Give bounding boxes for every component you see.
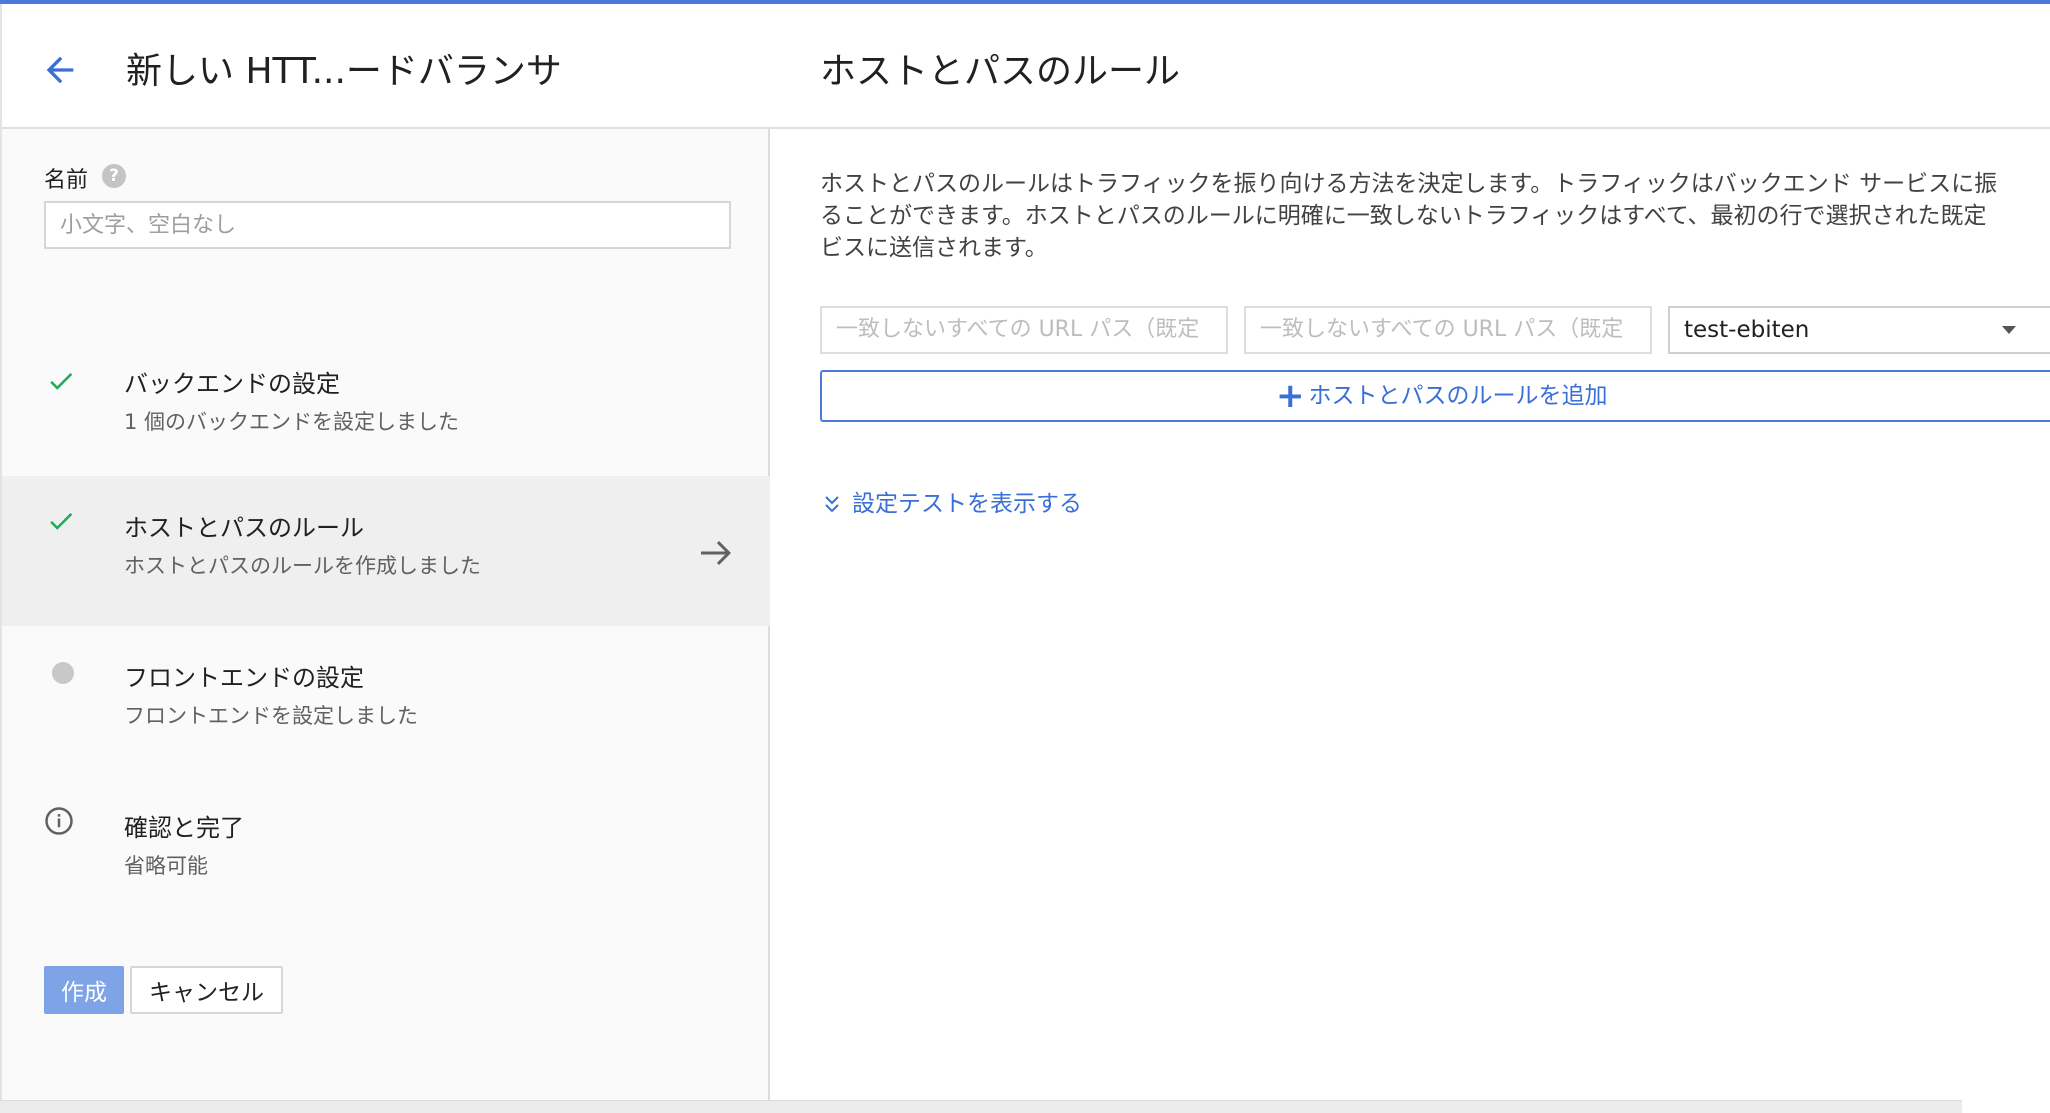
chevron-double-down-icon: [825, 495, 839, 512]
arrow-right-icon: [701, 541, 731, 565]
step-backend[interactable]: バックエンドの設定 1 個のバックエンドを設定しました: [2, 326, 770, 476]
add-rule-label: ホストとパスのルールを追加: [1308, 383, 1608, 409]
step-title: 確認と完了: [124, 814, 244, 842]
page-title: 新しい HTT...ードバランサ: [126, 51, 562, 92]
check-icon: [50, 512, 73, 530]
help-icon[interactable]: ?: [102, 164, 126, 188]
show-config-test-link[interactable]: 設定テストを表示する: [822, 484, 1082, 520]
create-button[interactable]: 作成: [44, 966, 124, 1014]
dot-icon: [52, 662, 74, 684]
step-frontend[interactable]: フロントエンドの設定 フロントエンドを設定しました: [2, 626, 770, 776]
step-host-path-rules[interactable]: ホストとパスのルール ホストとパスのルールを作成しました: [2, 476, 770, 626]
step-title: ホストとパスのルール: [124, 514, 364, 542]
cancel-button[interactable]: キャンセル: [130, 966, 283, 1014]
show-test-label: 設定テストを表示する: [852, 491, 1082, 517]
step-subtitle: 1 個のバックエンドを設定しました: [124, 410, 460, 434]
step-title: バックエンドの設定: [124, 370, 340, 398]
check-icon: [50, 372, 73, 390]
host-field[interactable]: 一致しないすべての URL パス（既定: [820, 306, 1228, 354]
step-subtitle: ホストとパスのルールを作成しました: [124, 554, 481, 578]
step-review[interactable]: 確認と完了 省略可能: [2, 776, 770, 926]
plus-icon: +: [1276, 376, 1305, 416]
info-icon: [45, 807, 73, 835]
description-line: ホストとパスのルールはトラフィックを振り向ける方法を決定します。トラフィックはバ…: [820, 171, 1998, 197]
name-input[interactable]: [44, 201, 731, 249]
step-title: フロントエンドの設定: [124, 664, 364, 692]
arrow-left-icon[interactable]: [40, 50, 80, 90]
name-label: 名前: [44, 168, 89, 193]
wizard-sidebar: 新しい HTT...ードバランサ 名前 ? バックエンドの設定 1 個のバックエ…: [0, 4, 770, 1106]
backend-select[interactable]: test-ebiten: [1668, 306, 2050, 354]
horizontal-scrollbar[interactable]: [0, 1100, 1962, 1113]
section-title: ホストとパスのルール: [820, 51, 1181, 92]
rules-description: ホストとパスのルールはトラフィックを振り向ける方法を決定します。トラフィックはバ…: [820, 168, 2050, 264]
add-host-path-rule-button[interactable]: + ホストとパスのルールを追加: [820, 370, 2050, 422]
caret-down-icon: [2002, 326, 2016, 334]
step-subtitle: フロントエンドを設定しました: [124, 704, 418, 728]
content-header: ホストとパスのルール: [770, 4, 2050, 129]
sidebar-header: 新しい HTT...ードバランサ: [2, 4, 770, 129]
step-subtitle: 省略可能: [124, 854, 208, 878]
description-line: ることができます。ホストとパスのルールに明確に一致しないトラフィックはすべて、最…: [820, 203, 1987, 229]
path-field[interactable]: 一致しないすべての URL パス（既定: [1244, 306, 1652, 354]
description-line: ビスに送信されます。: [820, 235, 1048, 261]
backend-select-value: test-ebiten: [1684, 317, 1810, 343]
